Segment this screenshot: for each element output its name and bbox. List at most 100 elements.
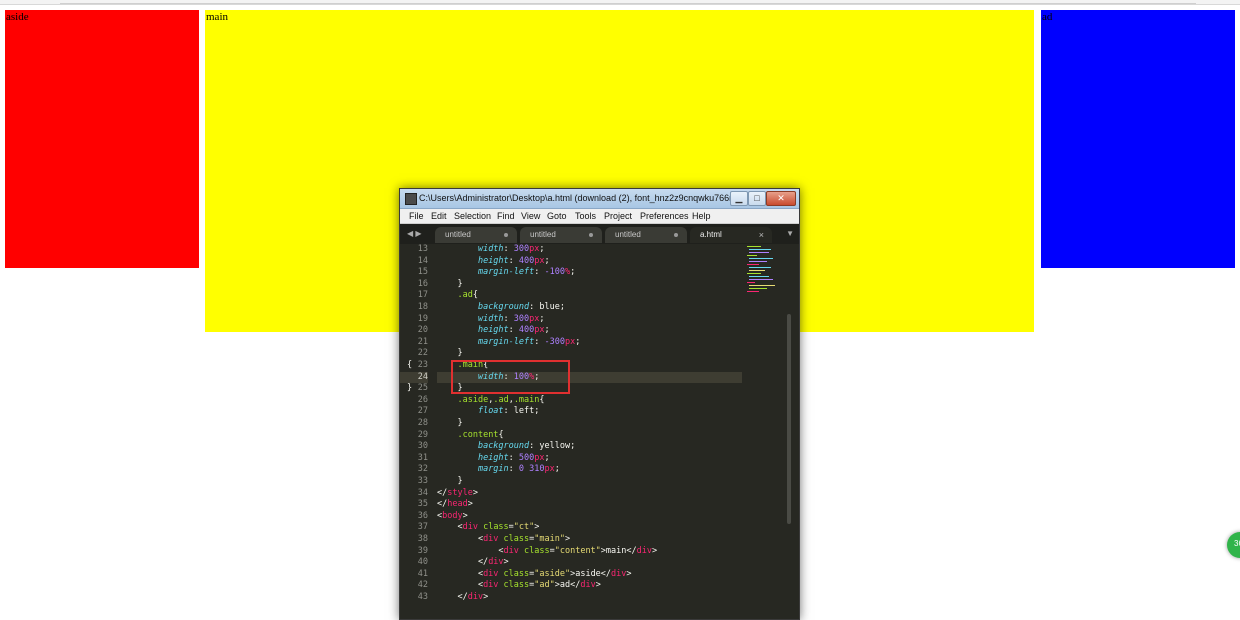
code-line: } [437, 418, 463, 428]
line-number: 39 [417, 545, 428, 556]
line-number: 32 [417, 464, 428, 475]
line-number: 29 [417, 429, 428, 440]
line-number: 37 [417, 522, 428, 533]
vertical-scrollbar[interactable] [787, 314, 791, 524]
unsaved-dot-icon[interactable] [589, 233, 593, 237]
menu-selection[interactable]: Selection [454, 209, 491, 223]
tab-bar: ◀ ▶ untitled untitled untitled a.html × … [400, 224, 799, 244]
code-line: .content{ [457, 429, 504, 440]
line-number: 23 [417, 360, 428, 370]
code-line: </div> [437, 557, 509, 568]
code-line: <div class="ct"> [437, 522, 540, 533]
code-line: height: 500px; [477, 452, 550, 463]
line-number: 42 [417, 580, 428, 591]
line-number: 31 [417, 452, 428, 463]
tab-close-icon[interactable]: × [759, 227, 764, 243]
tab-label: untitled [530, 230, 556, 239]
code-line: <div class="content">main</div> [437, 545, 658, 556]
code-line: <div class="main"> [437, 534, 571, 544]
unsaved-dot-icon[interactable] [504, 233, 508, 237]
close-button[interactable]: ✕ [766, 191, 796, 206]
menu-view[interactable]: View [521, 209, 540, 223]
code-line: <body> [437, 510, 468, 521]
line-number: 34 [417, 487, 428, 498]
menu-tools[interactable]: Tools [575, 209, 596, 223]
line-number: 35 [417, 499, 428, 510]
line-number: 15 [417, 267, 428, 278]
menu-goto[interactable]: Goto [547, 209, 567, 223]
menu-project[interactable]: Project [604, 209, 632, 223]
tab-untitled-3[interactable]: untitled [605, 227, 687, 243]
floating-green-badge[interactable]: 36 [1227, 532, 1240, 558]
code-line: .ad{ [457, 290, 478, 301]
code-line: <div class="aside">aside</div> [437, 568, 632, 579]
code-line: margin-left: -300px; [477, 336, 581, 347]
line-number-current: 24 [400, 371, 428, 384]
code-line: </div> [437, 592, 489, 602]
window-title: C:\Users\Administrator\Desktop\a.html (d… [419, 193, 731, 203]
code-line: float: left; [477, 406, 540, 417]
code-line: <div class="ad">ad</div> [437, 580, 601, 591]
menu-preferences[interactable]: Preferences [640, 209, 689, 223]
aside-label: aside [6, 11, 29, 23]
menu-help[interactable]: Help [692, 209, 711, 223]
line-number: 13 [417, 244, 428, 254]
tab-label: untitled [615, 230, 641, 239]
line-number: 33 [417, 476, 428, 486]
fold-close-icon[interactable]: } [407, 383, 412, 395]
line-number: 28 [417, 418, 428, 428]
sublime-app-icon [405, 193, 417, 205]
main-label: main [206, 11, 228, 23]
line-number: 19 [417, 313, 428, 324]
code-line: } [437, 476, 463, 486]
code-line: } [437, 278, 463, 289]
code-line: } [437, 348, 463, 359]
line-number: 21 [417, 336, 428, 347]
menu-bar: File Edit Selection Find View Goto Tools… [400, 209, 799, 224]
line-number: 30 [417, 441, 428, 452]
line-number: 17 [417, 290, 428, 301]
tab-untitled-1[interactable]: untitled [435, 227, 517, 243]
code-line: width: 300px; [477, 244, 545, 254]
fold-open-icon[interactable]: { [407, 360, 412, 372]
line-number: 25 [417, 383, 428, 394]
line-number: 40 [417, 557, 428, 568]
code-line: .aside,.ad,.main{ [457, 394, 545, 405]
menu-edit[interactable]: Edit [431, 209, 447, 223]
tab-nav-arrows-icon[interactable]: ◀ ▶ [407, 228, 422, 240]
line-number-gutter: 13 14 15 16 17 18 19 20 21 22 23 24 25 2… [400, 244, 434, 619]
code-line: height: 400px; [477, 255, 550, 266]
editor-title-bar[interactable]: C:\Users\Administrator\Desktop\a.html (d… [400, 189, 799, 209]
code-area[interactable]: width: 300px; height: 400px; margin-left… [437, 244, 742, 619]
code-line: </head> [437, 499, 473, 510]
tab-dropdown-icon[interactable]: ▼ [786, 228, 794, 240]
ad-block: ad [1041, 10, 1235, 268]
line-number: 16 [417, 278, 428, 289]
code-line: background: blue; [477, 302, 565, 312]
sublime-editor-window[interactable]: C:\Users\Administrator\Desktop\a.html (d… [399, 188, 800, 620]
line-number: 18 [417, 302, 428, 312]
tab-a-html[interactable]: a.html × [690, 227, 772, 243]
code-line: background: yellow; [477, 441, 576, 452]
browser-top-bar [0, 0, 1240, 5]
line-number: 26 [417, 394, 428, 405]
tab-untitled-2[interactable]: untitled [520, 227, 602, 243]
tab-label: a.html [700, 230, 722, 239]
unsaved-dot-icon[interactable] [674, 233, 678, 237]
tab-label: untitled [445, 230, 471, 239]
menu-find[interactable]: Find [497, 209, 515, 223]
maximize-button[interactable]: □ [748, 191, 766, 206]
red-highlight-box [451, 360, 570, 394]
code-line: height: 400px; [477, 325, 550, 336]
minimize-button[interactable]: ▁ [730, 191, 748, 206]
floating-badge-label: 36 [1234, 539, 1240, 548]
line-number: 14 [417, 255, 428, 266]
line-number: 27 [417, 406, 428, 417]
line-number: 36 [417, 510, 428, 521]
code-minimap[interactable] [745, 244, 785, 304]
line-number: 38 [417, 534, 428, 544]
aside-block: aside [5, 10, 199, 268]
line-number: 22 [417, 348, 428, 359]
menu-file[interactable]: File [409, 209, 424, 223]
line-number: 43 [417, 592, 428, 602]
